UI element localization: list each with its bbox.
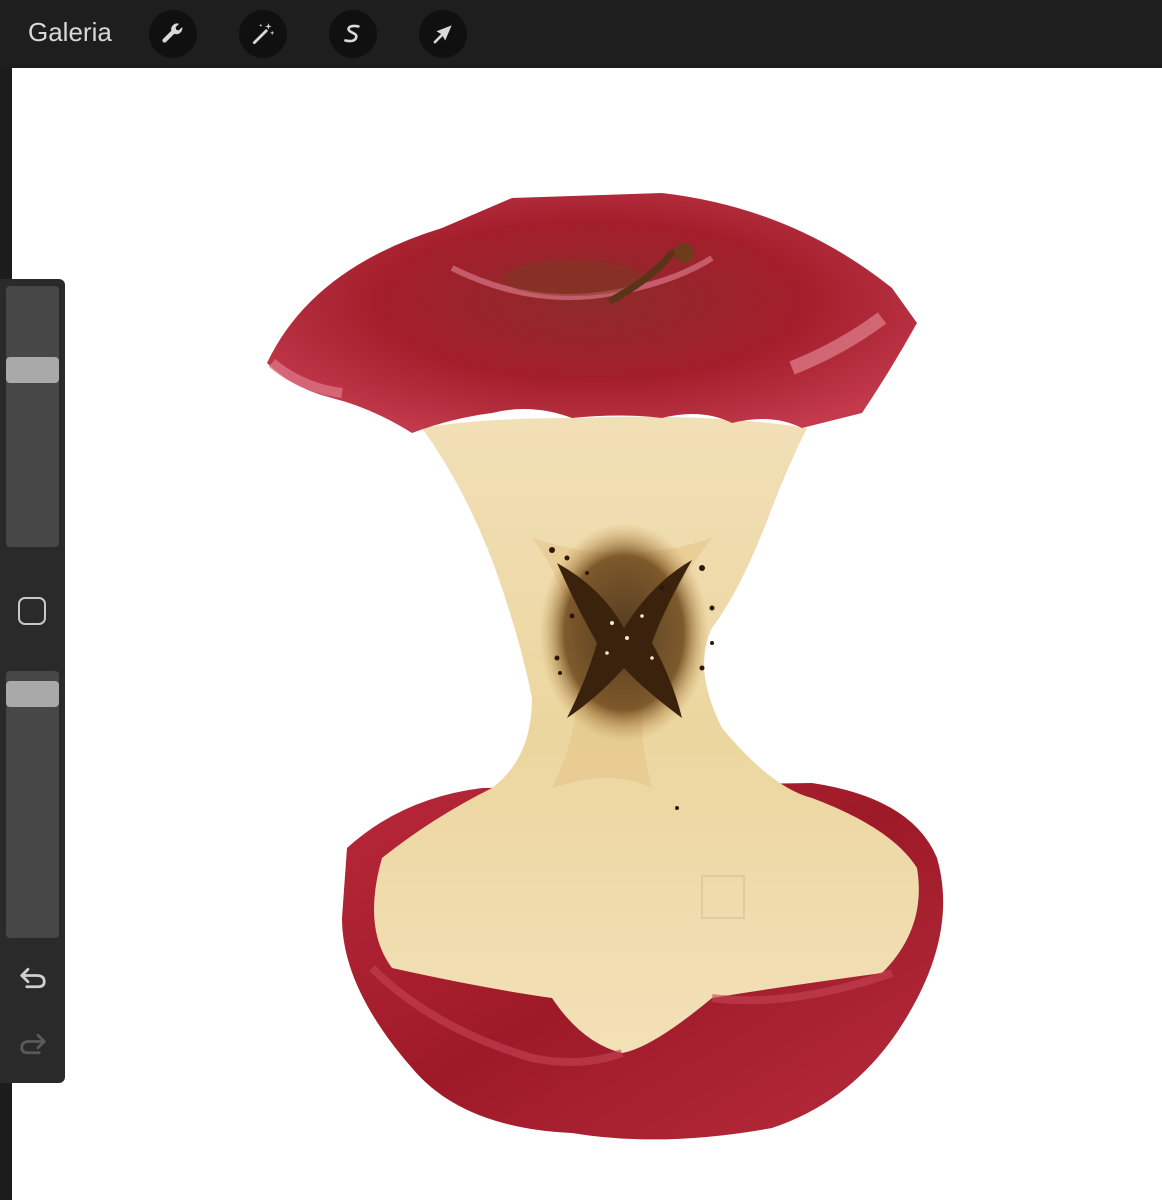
selection-button[interactable] <box>329 10 377 58</box>
opacity-slider[interactable] <box>6 671 59 938</box>
square-modifier-icon[interactable] <box>18 597 46 625</box>
brush-size-thumb[interactable] <box>6 357 59 383</box>
transform-button[interactable] <box>419 10 467 58</box>
gallery-button[interactable]: Galeria <box>28 17 112 48</box>
wrench-icon <box>162 23 183 43</box>
drawing-canvas[interactable] <box>12 68 1162 1200</box>
top-peel <box>267 193 917 433</box>
arrow-cursor-icon <box>433 25 452 44</box>
adjustments-button[interactable] <box>239 10 287 58</box>
selection-s-icon <box>344 24 360 43</box>
actions-button[interactable] <box>149 10 197 58</box>
opacity-thumb[interactable] <box>6 681 59 707</box>
stem-cavity <box>502 260 642 296</box>
brush-size-slider[interactable] <box>6 286 59 547</box>
left-sidebar <box>0 279 65 1083</box>
redo-icon[interactable] <box>18 1029 48 1059</box>
undo-icon[interactable] <box>18 963 48 993</box>
apple-core-artwork <box>267 193 944 1140</box>
top-toolbar: Galeria <box>0 0 1162 68</box>
magic-wand-icon <box>252 23 275 45</box>
stem-tip <box>674 243 694 263</box>
